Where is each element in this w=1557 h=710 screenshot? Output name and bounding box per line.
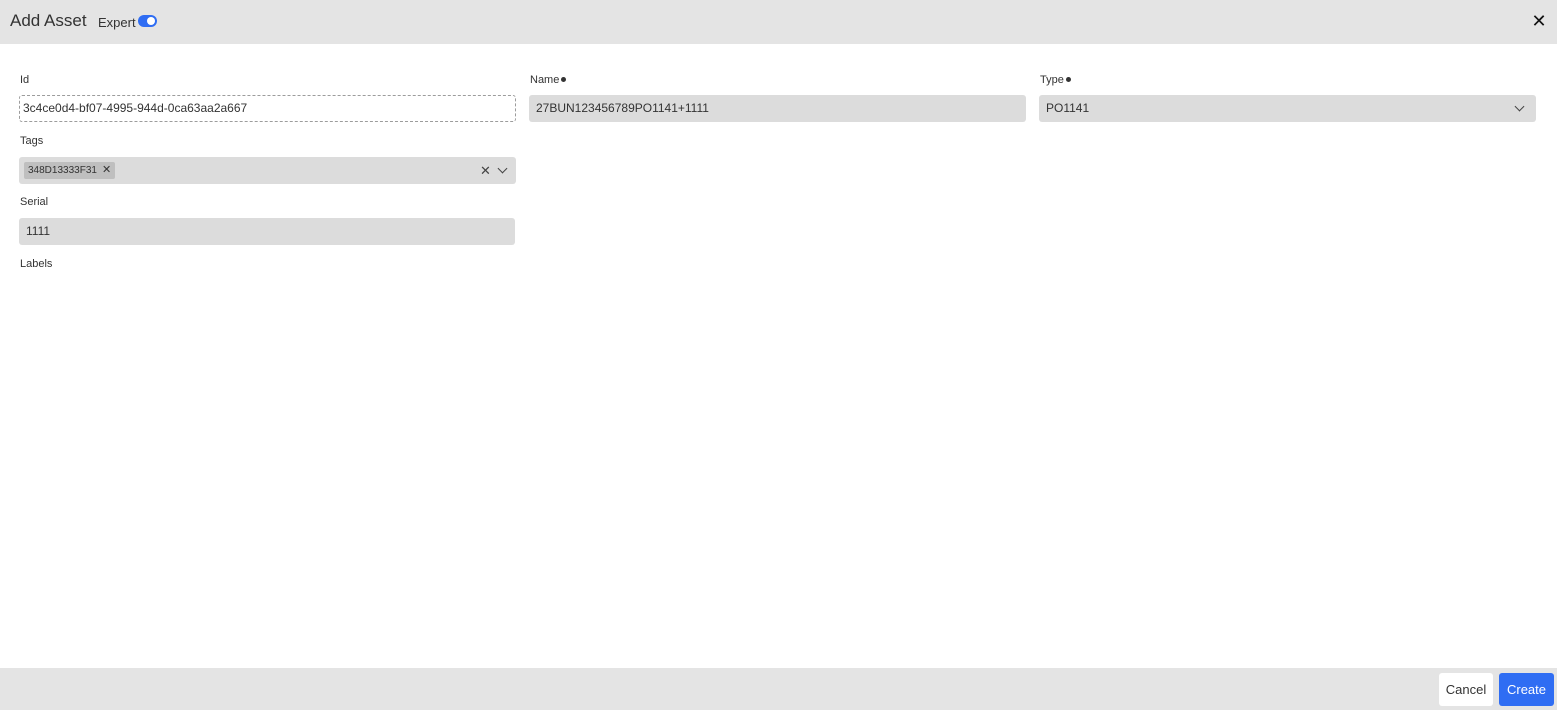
name-label-wrap: Name	[530, 74, 567, 86]
dialog-title: Add Asset	[10, 11, 87, 30]
id-field[interactable]: 3c4ce0d4-bf07-4995-944d-0ca63aa2a667	[19, 95, 516, 122]
required-indicator	[561, 76, 567, 82]
tags-select[interactable]: 348D13333F31 ✕ ✕	[19, 157, 516, 184]
tags-label: Tags	[20, 135, 44, 147]
serial-field[interactable]: 1111	[19, 218, 515, 245]
tag-chip: 348D13333F31 ✕	[24, 162, 116, 179]
type-select[interactable]: PO1141	[1039, 95, 1536, 122]
create-button[interactable]: Create	[1499, 673, 1554, 706]
required-indicator	[1065, 76, 1071, 82]
toggle-knob	[147, 17, 155, 25]
expert-toggle-label: Expert	[98, 15, 136, 30]
labels-label: Labels	[20, 258, 53, 270]
name-field[interactable]: 27BUN123456789PO1141+1111	[529, 95, 1026, 122]
cancel-button[interactable]: Cancel	[1439, 673, 1493, 706]
tag-chip-label: 348D13333F31	[28, 165, 97, 176]
expert-toggle[interactable]	[138, 15, 157, 27]
chevron-down-icon[interactable]	[497, 163, 508, 174]
dialog-header: Add Asset Expert ✕	[0, 0, 1557, 44]
dialog-footer: Cancel Create	[0, 668, 1557, 710]
name-label: Name	[530, 74, 560, 86]
id-label: Id	[20, 74, 30, 86]
close-icon[interactable]: ✕	[1531, 12, 1547, 30]
serial-label: Serial	[20, 196, 49, 208]
clear-icon[interactable]: ✕	[480, 157, 491, 184]
type-label-wrap: Type	[1040, 74, 1071, 86]
type-label: Type	[1040, 74, 1064, 86]
type-select-value: PO1141	[1046, 101, 1090, 115]
chevron-down-icon[interactable]	[1514, 101, 1525, 112]
chip-remove-icon[interactable]: ✕	[102, 164, 111, 176]
